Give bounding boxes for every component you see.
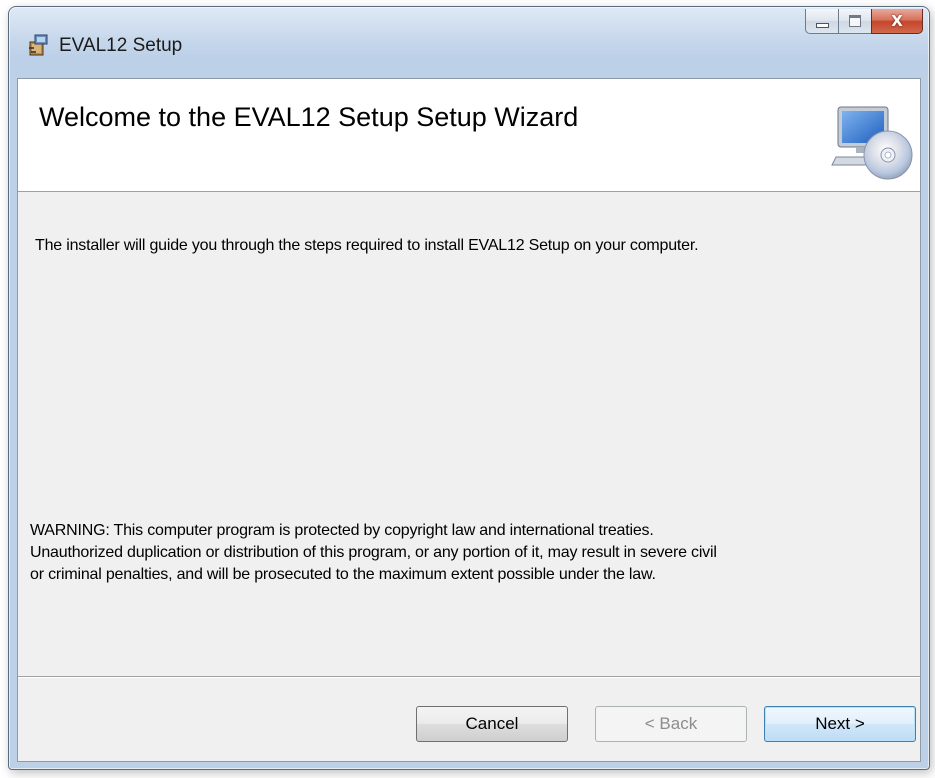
copyright-warning: WARNING: This computer program is protec… <box>30 520 910 586</box>
wizard-heading: Welcome to the EVAL12 Setup Setup Wizard <box>39 102 579 132</box>
intro-text: The installer will guide you through the… <box>35 237 699 254</box>
window-title: EVAL12 Setup <box>59 35 183 56</box>
caption-buttons: X <box>805 9 923 34</box>
title-bar[interactable]: EVAL12 Setup X <box>9 7 929 79</box>
warning-line: WARNING: This computer program is protec… <box>30 522 654 539</box>
setup-window: EVAL12 Setup X Welcome to the EVAL12 Set… <box>8 6 930 770</box>
minimize-button[interactable] <box>805 9 838 34</box>
wizard-client-area: Welcome to the EVAL12 Setup Setup Wizard <box>17 78 921 762</box>
warning-line: or criminal penalties, and will be prose… <box>30 566 656 583</box>
cancel-button[interactable]: Cancel <box>416 706 568 742</box>
close-button[interactable]: X <box>871 9 923 34</box>
maximize-button[interactable] <box>838 9 871 34</box>
warning-line: Unauthorized duplication or distribution… <box>30 544 717 561</box>
maximize-icon <box>849 15 861 27</box>
close-icon: X <box>891 12 903 30</box>
back-button[interactable]: < Back <box>595 706 747 742</box>
computer-cd-icon <box>831 106 913 180</box>
minimize-icon <box>815 22 829 28</box>
next-button[interactable]: Next > <box>764 706 916 742</box>
button-separator <box>18 676 920 678</box>
wizard-banner: Welcome to the EVAL12 Setup Setup Wizard <box>18 79 920 192</box>
installer-app-icon <box>29 34 48 56</box>
